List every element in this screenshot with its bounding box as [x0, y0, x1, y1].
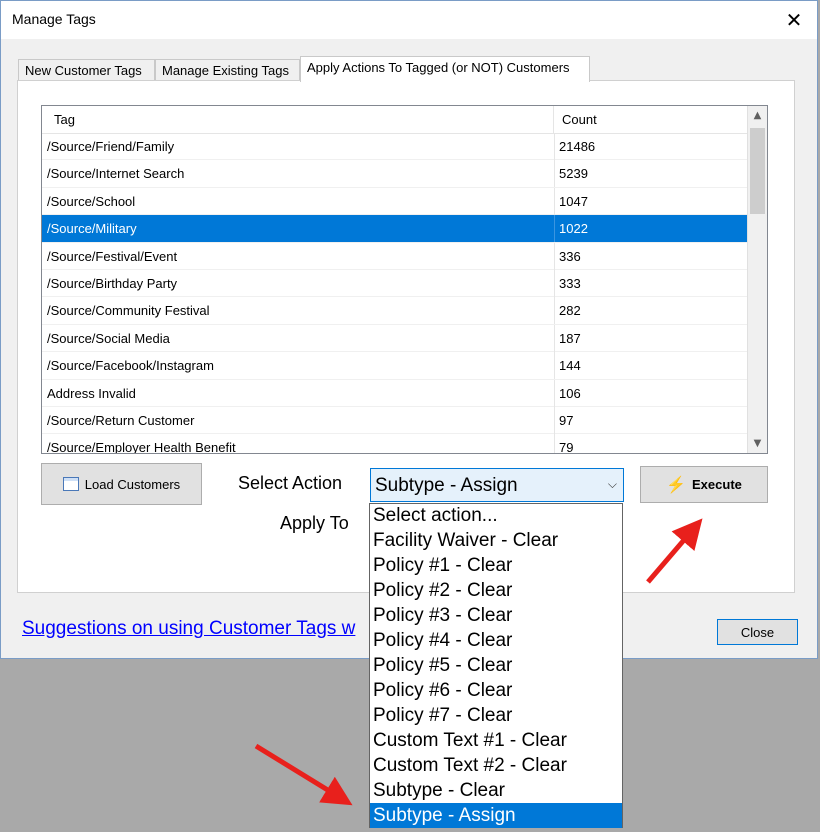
tag-cell: /Source/Military: [47, 221, 137, 237]
dropdown-option[interactable]: Subtype - Assign: [370, 803, 622, 828]
dropdown-option[interactable]: Policy #1 - Clear: [370, 553, 622, 578]
scroll-down-icon[interactable]: ▼: [748, 434, 767, 453]
tag-cell: /Source/Friend/Family: [47, 139, 175, 154]
scroll-thumb[interactable]: [750, 128, 765, 214]
count-cell: 79: [554, 434, 749, 453]
table-row[interactable]: /Source/Facebook/Instagram 144: [42, 352, 749, 380]
execute-button[interactable]: ⚡ Execute: [640, 466, 768, 503]
column-header-tag[interactable]: Tag: [42, 106, 554, 133]
tag-cell: /Source/Internet Search: [47, 166, 185, 182]
tag-cell: Address Invalid: [47, 385, 136, 401]
table-row[interactable]: /Source/Community Festival 282: [42, 297, 749, 325]
table-row[interactable]: /Source/Return Customer 97: [42, 407, 749, 435]
dropdown-option[interactable]: Policy #3 - Clear: [370, 603, 622, 628]
chevron-down-icon: ⌵: [607, 477, 617, 491]
column-header-count[interactable]: Count: [554, 106, 747, 133]
apply-to-label: Apply To: [280, 513, 349, 533]
dropdown-option[interactable]: Policy #5 - Clear: [370, 653, 622, 678]
lightning-icon: ⚡: [666, 476, 687, 494]
dropdown-option[interactable]: Policy #2 - Clear: [370, 578, 622, 603]
count-cell: 1022: [554, 215, 749, 243]
tag-cell: /Source/School: [47, 193, 136, 209]
table-row[interactable]: /Source/Festival/Event 336: [42, 242, 749, 270]
tag-cell: /Source/Employer Health Benefit: [47, 440, 236, 454]
table-row[interactable]: /Source/Friend/Family 21486: [42, 133, 749, 161]
load-customers-button[interactable]: Load Customers: [41, 463, 202, 505]
title-bar: Manage Tags ✕: [1, 1, 817, 39]
load-customers-label: Load Customers: [84, 476, 181, 492]
close-button[interactable]: Close: [717, 619, 798, 645]
count-cell: 336: [554, 242, 749, 270]
table-row[interactable]: /Source/Internet Search 5239: [42, 160, 749, 188]
tab-new-customer-tags[interactable]: New Customer Tags: [18, 59, 155, 81]
select-action-label: Select Action: [238, 473, 343, 493]
count-cell: 97: [554, 407, 749, 434]
dropdown-option[interactable]: Select action...: [370, 503, 622, 528]
dropdown-option[interactable]: Subtype - Clear: [370, 778, 622, 803]
select-action-dropdown-list: Select action... Facility Waiver - Clear P…: [369, 503, 623, 828]
tag-cell: /Source/Social Media: [47, 330, 170, 346]
tab-apply-actions[interactable]: Apply Actions To Tagged (or NOT) Custome…: [300, 56, 590, 82]
dropdown-option[interactable]: Facility Waiver - Clear: [370, 528, 622, 553]
execute-label: Execute: [692, 477, 742, 492]
tags-grid[interactable]: Tag Count /Source/Friend/Family 21486/Sou…: [41, 105, 768, 454]
grid-header: Tag Count: [42, 106, 747, 134]
window-close-button[interactable]: ✕: [771, 1, 817, 39]
dropdown-option[interactable]: Policy #7 - Clear: [370, 703, 622, 728]
tab-manage-existing-tags[interactable]: Manage Existing Tags: [155, 59, 300, 81]
table-row[interactable]: /Source/Social Media 187: [42, 324, 749, 353]
count-cell: 106: [554, 379, 749, 407]
count-cell: 21486: [554, 133, 749, 160]
table-icon: [62, 477, 79, 491]
dropdown-option[interactable]: Custom Text #2 - Clear: [370, 753, 622, 778]
table-row[interactable]: /Source/Employer Health Benefit 79: [42, 434, 749, 454]
count-cell: 187: [554, 324, 749, 352]
window-title: Manage Tags: [12, 11, 96, 27]
table-row[interactable]: Address Invalid 106: [42, 379, 749, 407]
table-row[interactable]: /Source/Birthday Party 333: [42, 270, 749, 298]
table-row[interactable]: /Source/Military 1022: [42, 215, 749, 243]
count-cell: 5239: [554, 160, 749, 188]
tag-cell: /Source/Festival/Event: [47, 248, 178, 264]
count-cell: 1047: [554, 187, 749, 215]
tag-cell: /Source/Return Customer: [47, 413, 195, 428]
count-cell: 333: [554, 270, 749, 297]
table-row[interactable]: /Source/School 1047: [42, 187, 749, 216]
count-cell: 282: [554, 297, 749, 325]
select-action-combobox[interactable]: Subtype - Assign ⌵: [370, 468, 624, 502]
scroll-up-icon[interactable]: ▲: [748, 106, 767, 125]
dropdown-option[interactable]: Custom Text #1 - Clear: [370, 728, 622, 753]
tag-cell: /Source/Birthday Party: [47, 276, 178, 291]
tag-cell: /Source/Community Festival: [47, 303, 210, 319]
customer-tags-help-link[interactable]: Suggestions on using Customer Tags w: [22, 618, 370, 640]
annotation-arrow-subtype-assign: [254, 743, 353, 806]
dropdown-option[interactable]: Policy #6 - Clear: [370, 678, 622, 703]
select-action-value: Subtype - Assign: [375, 475, 518, 496]
close-icon: ✕: [785, 8, 803, 32]
tag-cell: /Source/Facebook/Instagram: [47, 358, 214, 374]
dropdown-option[interactable]: Policy #4 - Clear: [370, 628, 622, 653]
vertical-scrollbar[interactable]: ▲ ▼: [747, 106, 767, 453]
count-cell: 144: [554, 352, 749, 380]
